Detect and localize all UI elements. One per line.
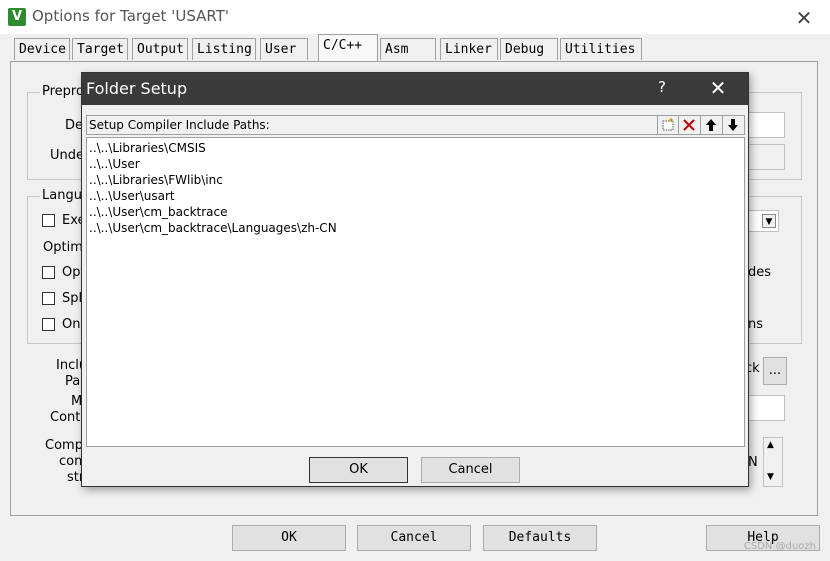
undefine-input[interactable] <box>745 144 785 170</box>
list-item[interactable]: ..\..\Libraries\CMSIS <box>89 140 742 156</box>
compiler-label: Comp <box>45 438 83 453</box>
defaults-button[interactable]: Defaults <box>483 525 597 551</box>
list-item[interactable]: ..\..\User <box>89 156 742 172</box>
keil-app-icon: V <box>8 8 26 26</box>
dialog-title-bar: Folder Setup ? ✕ <box>82 73 748 105</box>
tab-linker[interactable]: Linker <box>440 38 498 60</box>
preprocessor-label: Prepro <box>40 84 86 99</box>
tab-utilities[interactable]: Utilities <box>560 38 642 60</box>
tab-listing[interactable]: Listing <box>192 38 256 60</box>
tab-asm[interactable]: Asm <box>380 38 436 60</box>
list-item[interactable]: ..\..\User\cm_backtrace <box>89 204 742 220</box>
include-paths-label: Setup Compiler Include Paths: <box>89 118 270 132</box>
tab-output[interactable]: Output <box>132 38 188 60</box>
tab-c-cpp[interactable]: C/C++ <box>318 34 378 61</box>
split-label: Spl <box>62 291 83 306</box>
define-input[interactable] <box>745 112 785 138</box>
one-elf-checkbox[interactable] <box>42 318 55 331</box>
scroll-down-icon[interactable]: ▼ <box>767 472 774 482</box>
dialog-cancel-button[interactable]: Cancel <box>421 457 520 483</box>
ok-button[interactable]: OK <box>232 525 346 551</box>
new-folder-icon[interactable] <box>657 116 678 134</box>
include-paths-header: Setup Compiler Include Paths: <box>86 115 745 135</box>
optimization-label: Optimi <box>43 240 87 255</box>
list-item[interactable]: ..\..\User\usart <box>89 188 742 204</box>
compiler-string-scrollbar[interactable]: ▲ ▼ <box>763 437 783 487</box>
dialog-close-icon[interactable]: ✕ <box>706 76 730 100</box>
undefine-label: Unde <box>50 148 85 163</box>
dialog-ok-button[interactable]: OK <box>309 457 408 483</box>
delete-icon[interactable] <box>678 116 699 134</box>
tab-debug[interactable]: Debug <box>500 38 558 60</box>
dropdown-arrow-icon[interactable]: ▼ <box>762 214 776 228</box>
move-up-icon[interactable] <box>700 116 721 134</box>
folder-setup-dialog: Folder Setup ? ✕ Setup Compiler Include … <box>81 72 749 487</box>
compiler-string-text: N <box>748 455 758 470</box>
control-label: con <box>59 454 83 469</box>
include-path-list[interactable]: ..\..\Libraries\CMSIS ..\..\User ..\..\L… <box>86 137 745 447</box>
paths-label: Pa <box>65 374 81 389</box>
warnings-select[interactable]: ▼ <box>745 210 779 232</box>
window-title: Options for Target 'USART' <box>32 7 229 25</box>
list-item[interactable]: ..\..\Libraries\FWlib\inc <box>89 172 742 188</box>
right-option-text-1: des <box>748 265 772 280</box>
browse-include-button[interactable]: ... <box>763 357 787 385</box>
execute-only-checkbox[interactable] <box>42 214 55 227</box>
tab-device[interactable]: Device <box>14 38 70 60</box>
optimize-checkbox[interactable] <box>42 266 55 279</box>
right-option-text-2: ns <box>748 317 764 332</box>
help-icon[interactable]: ? <box>654 78 670 96</box>
move-down-icon[interactable] <box>722 116 743 134</box>
tab-target[interactable]: Target <box>72 38 128 60</box>
scroll-up-icon[interactable]: ▲ <box>767 440 774 450</box>
list-item[interactable]: ..\..\User\cm_backtrace\Languages\zh-CN <box>89 220 742 236</box>
misc-controls-input[interactable] <box>745 395 785 421</box>
split-checkbox[interactable] <box>42 292 55 305</box>
window-title-bar: V Options for Target 'USART' ✕ <box>0 0 830 34</box>
dialog-title: Folder Setup <box>86 79 188 98</box>
tab-user[interactable]: User <box>260 38 308 60</box>
window-close-icon[interactable]: ✕ <box>792 6 816 30</box>
cancel-button[interactable]: Cancel <box>357 525 471 551</box>
watermark: CSDN @duozh <box>743 541 816 552</box>
tab-strip: Device Target Output Listing User C/C++ … <box>10 34 650 62</box>
